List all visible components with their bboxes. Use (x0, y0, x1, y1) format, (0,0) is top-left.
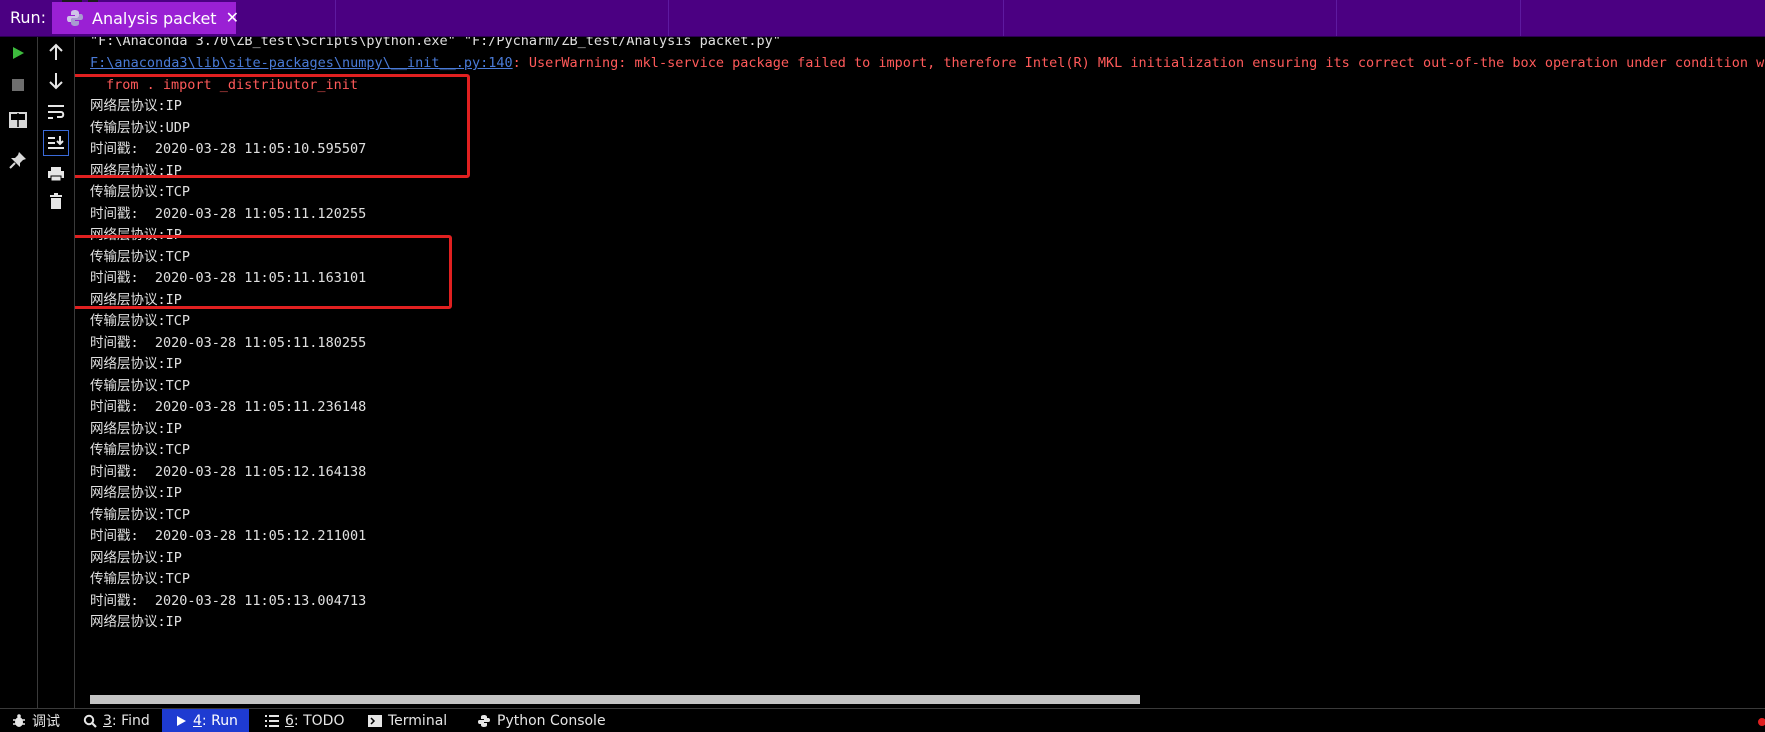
python-icon (477, 714, 491, 728)
output-line: 网络层协议:IP (90, 614, 182, 630)
tab-label: Python Console (497, 713, 606, 729)
tab-label: : TODO (293, 713, 345, 729)
tab-debug[interactable]: 调试 (12, 709, 82, 732)
run-tab-bar: Run: Analysis packet ✕ (0, 0, 1765, 37)
column-divider (668, 0, 669, 36)
output-line: 传输层协议:TCP (90, 184, 191, 200)
warning-source-link[interactable]: F:\anaconda3\lib\site-packages\numpy\__i… (90, 55, 513, 71)
notification-indicator[interactable] (1758, 718, 1765, 726)
terminal-icon (368, 715, 382, 727)
tab-label: : Find (111, 713, 150, 729)
run-toolbar (0, 37, 38, 708)
column-divider (1336, 0, 1337, 36)
tab-shortcut: 6 (285, 713, 294, 729)
output-line: 时间戳: 2020-03-28 11:05:12.164138 (90, 464, 367, 480)
output-line: 网络层协议:IP (90, 356, 182, 372)
command-line: "F:\Anaconda 3.70\ZB_test\Scripts\python… (90, 37, 781, 49)
tab-find[interactable]: 3: Find (83, 709, 155, 732)
bottom-tool-bar: 调试 3: Find 4: Run 6: TODO Terminal Pytho… (0, 708, 1765, 732)
down-arrow-icon[interactable] (43, 68, 69, 94)
tab-todo[interactable]: 6: TODO (265, 709, 350, 732)
output-line: 传输层协议:TCP (90, 313, 191, 329)
highlight-box (75, 235, 452, 309)
output-line: 网络层协议:IP (90, 550, 182, 566)
close-icon[interactable]: ✕ (226, 10, 239, 26)
output-line: 传输层协议:TCP (90, 507, 191, 523)
console-toolbar (38, 37, 75, 708)
stop-icon[interactable] (5, 72, 31, 98)
todo-list-icon (265, 715, 279, 727)
soft-wrap-icon[interactable] (43, 99, 69, 125)
tab-terminal[interactable]: Terminal (368, 709, 463, 732)
warning-text: : UserWarning: mkl-service package faile… (512, 55, 1765, 71)
run-tool-window: Run: Analysis packet ✕ "F:\Anaconda 3.70… (0, 0, 1765, 732)
output-line: 网络层协议:IP (90, 421, 182, 437)
scroll-to-end-icon[interactable] (43, 130, 69, 156)
output-line: 时间戳: 2020-03-28 11:05:11.236148 (90, 399, 367, 415)
highlight-box (75, 74, 470, 178)
output-line: 时间戳: 2020-03-28 11:05:12.211001 (90, 528, 367, 544)
tab-label: Terminal (388, 713, 448, 729)
tab-shortcut: 3 (103, 713, 112, 729)
print-icon[interactable] (43, 161, 69, 187)
output-line: 传输层协议:TCP (90, 378, 191, 394)
horizontal-scrollbar[interactable] (90, 695, 1140, 704)
run-label: Run: (10, 8, 47, 27)
trash-icon[interactable] (43, 188, 69, 214)
python-icon (66, 9, 84, 27)
output-line: 时间戳: 2020-03-28 11:05:11.120255 (90, 206, 367, 222)
tab-label: 调试 (32, 714, 60, 730)
rerun-icon[interactable] (5, 40, 31, 66)
tab-label: : Run (201, 713, 238, 729)
console-output[interactable]: "F:\Anaconda 3.70\ZB_test\Scripts\python… (75, 37, 1765, 708)
search-icon (83, 714, 97, 728)
warning-line: F:\anaconda3\lib\site-packages\numpy\__i… (90, 52, 1765, 74)
output-line: 传输层协议:TCP (90, 442, 191, 458)
tab-shortcut: 4 (193, 713, 202, 729)
bug-icon (12, 714, 26, 728)
column-divider (335, 0, 336, 36)
output-line: 传输层协议:TCP (90, 571, 191, 587)
column-divider (1003, 0, 1004, 36)
up-arrow-icon[interactable] (43, 39, 69, 65)
tab-python-console[interactable]: Python Console (477, 709, 617, 732)
tab-analysis-packet[interactable]: Analysis packet ✕ (52, 2, 239, 34)
pin-icon[interactable] (5, 147, 31, 173)
layout-icon[interactable] (5, 107, 31, 133)
column-divider (1520, 0, 1521, 36)
tab-title: Analysis packet (92, 8, 217, 28)
output-line: 时间戳: 2020-03-28 11:05:13.004713 (90, 593, 367, 609)
output-line: 时间戳: 2020-03-28 11:05:11.180255 (90, 335, 367, 351)
tab-run[interactable]: 4: Run (162, 709, 249, 732)
run-icon (175, 715, 187, 727)
output-line: 网络层协议:IP (90, 485, 182, 501)
